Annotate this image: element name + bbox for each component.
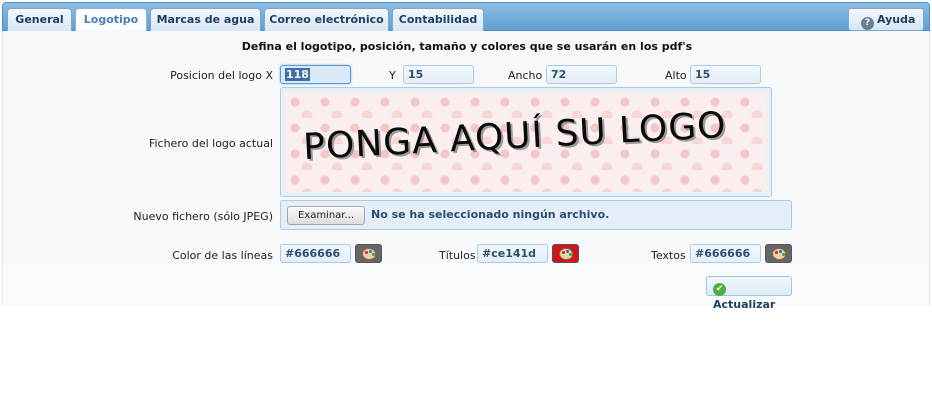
logo-x-label: Posicion del logo X (170, 69, 273, 82)
tab-general[interactable]: General (7, 8, 72, 32)
tab-bar: General Logotipo Marcas de agua Correo e… (2, 2, 930, 33)
title-color-label: Títulos (439, 249, 476, 262)
current-logo-frame: PONGA AQUÍ SU LOGO (280, 87, 772, 197)
logo-width-label: Ancho (508, 69, 543, 82)
logo-height-input[interactable]: 15 (690, 65, 761, 84)
palette-icon (771, 247, 786, 260)
logo-x-input[interactable]: 118 (280, 65, 351, 84)
line-color-input[interactable]: #666666 (280, 244, 351, 263)
help-label: Ayuda (877, 13, 916, 26)
line-color-picker-button[interactable] (355, 244, 382, 263)
tab-logotipo[interactable]: Logotipo (75, 8, 147, 33)
tab-marcas-de-agua[interactable]: Marcas de agua (150, 8, 261, 32)
check-icon: ✔ (713, 283, 726, 296)
logo-y-label: Y (389, 69, 396, 82)
line-color-label: Color de las líneas (172, 249, 273, 262)
logo-y-input[interactable]: 15 (403, 65, 474, 84)
current-logo-label: Fichero del logo actual (148, 137, 273, 150)
help-icon: ? (861, 17, 874, 30)
palette-icon (558, 247, 573, 260)
tab-contabilidad[interactable]: Contabilidad (392, 8, 484, 32)
update-button[interactable]: ✔ Actualizar (706, 276, 792, 311)
logo-width-input[interactable]: 72 (546, 65, 617, 84)
new-file-label: Nuevo fichero (sólo JPEG) (133, 210, 273, 223)
help-button[interactable]: ? Ayuda (848, 8, 924, 31)
update-label: Actualizar (713, 298, 776, 311)
logo-placeholder-text: PONGA AQUÍ SU LOGO (302, 104, 728, 169)
logo-settings-panel: General Logotipo Marcas de agua Correo e… (2, 2, 930, 311)
text-color-label: Textos (651, 249, 686, 262)
text-color-picker-button[interactable] (765, 244, 792, 263)
logo-image: PONGA AQUÍ SU LOGO (285, 92, 767, 192)
file-input: Examinar... No se ha seleccionado ningún… (280, 200, 792, 230)
logo-x-value: 118 (285, 68, 310, 81)
text-color-input[interactable]: #666666 (690, 244, 761, 263)
title-color-picker-button[interactable] (552, 244, 579, 263)
tab-content: Defina el logotipo, posición, tamaño y c… (2, 31, 930, 311)
file-status: No se ha seleccionado ningún archivo. (371, 208, 610, 221)
tab-correo-electronico[interactable]: Correo electrónico (264, 8, 389, 32)
palette-icon (361, 247, 376, 260)
logo-height-label: Alto (665, 69, 687, 82)
page-heading: Defina el logotipo, posición, tamaño y c… (241, 40, 693, 53)
title-color-input[interactable]: #ce141d (477, 244, 548, 263)
browse-button[interactable]: Examinar... (287, 206, 365, 225)
